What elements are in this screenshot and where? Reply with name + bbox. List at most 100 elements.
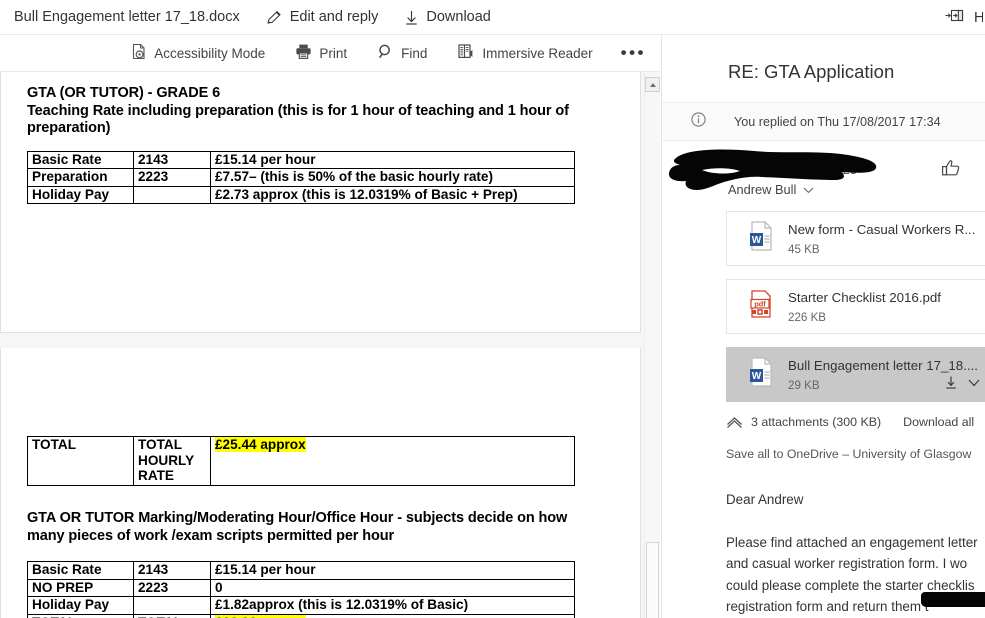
save-all-to-onedrive-link[interactable]: Save all to OneDrive – University of Gla… <box>726 447 985 461</box>
total-label: TOTAL <box>27 436 134 486</box>
print-label: Print <box>319 45 348 61</box>
rate-code: 2143 <box>133 150 211 169</box>
message-subject: RE: GTA Application <box>728 61 895 82</box>
attachment-download-icon[interactable] <box>944 375 958 395</box>
total-rate-line-1: TOTAL <box>138 437 183 452</box>
table-row: NO PREP 2223 0 <box>27 578 575 597</box>
document-toolbar: Accessibility Mode Print Find Immersive … <box>0 35 660 72</box>
attachment-size: 45 KB <box>788 243 820 256</box>
message-sender[interactable]: Andrew Bull <box>728 182 814 197</box>
scroll-up-arrow-button[interactable] <box>645 77 660 92</box>
attachment-item-bull-engagement-letter[interactable]: W Bull Engagement letter 17_18.... 29 KB <box>726 347 985 402</box>
body-line-2: and casual worker registration form. I w… <box>726 556 968 572</box>
word-file-icon: W <box>746 356 776 393</box>
marking-rate-table: Basic Rate 2143 £15.14 per hour NO PREP … <box>27 561 575 618</box>
document-page-1: GTA (OR TUTOR) - GRADE 6 Teaching Rate i… <box>0 72 641 333</box>
total-rate-line-1: TOTAL <box>138 615 182 618</box>
pdf-file-icon: pdf <box>746 288 776 325</box>
document-page-2: TOTAL TOTAL HOURLY RATE £25.44 approx GT… <box>0 348 641 618</box>
body-greeting: Dear Andrew <box>726 492 804 508</box>
printer-icon <box>295 43 312 63</box>
attachment-text-group: Starter Checklist 2016.pdf 226 KB <box>788 289 941 324</box>
document-preview-pane: Accessibility Mode Print Find Immersive … <box>0 35 660 618</box>
immersive-reader-label: Immersive Reader <box>482 45 593 61</box>
scrollbar-thumb[interactable] <box>646 542 659 618</box>
attachment-name: Starter Checklist 2016.pdf <box>788 290 941 305</box>
body-line-3: could please complete the starter checkl… <box>726 577 975 593</box>
download-all-link[interactable]: Download all <box>903 415 974 429</box>
edit-and-reply-button[interactable]: Edit and reply <box>266 9 379 26</box>
total-label: TOTAL <box>27 613 134 618</box>
document-pages-scroll-area[interactable]: GTA (OR TUTOR) - GRADE 6 Teaching Rate i… <box>0 72 645 618</box>
teaching-rate-table: Basic Rate 2143 £15.14 per hour Preparat… <box>27 150 575 205</box>
download-button[interactable]: Download <box>404 9 491 26</box>
rate-label: Preparation <box>27 168 134 187</box>
attachment-actions <box>944 375 981 395</box>
sender-name: Andrew Bull <box>728 182 797 197</box>
page2-heading-line-2: many pieces of work /exam scripts permit… <box>27 527 395 544</box>
rate-label: Holiday Pay <box>27 185 134 204</box>
attachment-item-new-form[interactable]: W New form - Casual Workers R... 45 KB <box>726 211 985 266</box>
message-body: Dear Andrew Please find attached an enga… <box>726 489 985 618</box>
svg-text:W: W <box>752 235 762 246</box>
rate-code: 2223 <box>133 578 211 597</box>
like-icon[interactable] <box>940 157 962 184</box>
immersive-reader-button[interactable]: Immersive Reader <box>457 43 593 63</box>
page1-heading-line-1: GTA (OR TUTOR) - GRADE 6 <box>27 85 221 101</box>
page2-heading-line-1: GTA OR TUTOR Marking/Moderating Hour/Off… <box>27 510 568 526</box>
find-button[interactable]: Find <box>377 43 427 63</box>
message-header: Tue 08/08/2017 09:23 Andrew Bull <box>662 141 985 209</box>
search-icon <box>377 43 394 63</box>
immersive-reader-icon <box>457 43 475 63</box>
attachment-item-starter-checklist[interactable]: pdf Starter Checklist 2016.pdf 226 KB <box>726 279 985 334</box>
total-rate-label: TOTAL HOURLY RATE <box>133 613 211 618</box>
attachment-name: Bull Engagement letter 17_18.... <box>788 358 978 373</box>
teaching-total-table: TOTAL TOTAL HOURLY RATE £25.44 approx <box>27 436 575 486</box>
word-file-icon: W <box>746 220 776 257</box>
page1-heading-line-3: preparation) <box>27 120 111 136</box>
total-rate-line-2: HOURLY <box>138 452 195 468</box>
body-line-1: Please find attached an engagement lette… <box>726 534 978 550</box>
svg-text:pdf: pdf <box>754 300 766 309</box>
chevron-down-icon[interactable] <box>803 182 814 197</box>
body-line-4: registration form and return them t <box>726 599 929 615</box>
total-rate-line-3: RATE <box>138 468 174 483</box>
total-value-cell: £25.44 approx <box>210 436 575 486</box>
clipped-header-text: H <box>974 9 983 26</box>
rate-detail: £15.14 per hour <box>210 561 575 580</box>
table-row: Basic Rate 2143 £15.14 per hour <box>27 150 575 169</box>
rate-detail: 0 <box>210 578 575 597</box>
document-scrollbar[interactable] <box>644 72 660 618</box>
attachment-size: 226 KB <box>788 311 827 324</box>
table-row: Basic Rate 2143 £15.14 per hour <box>27 561 575 580</box>
total-value-cell: £16.96 approx <box>210 613 575 618</box>
highlighted-total-value: £25.44 approx <box>215 437 306 452</box>
attachment-chevron-down-icon[interactable] <box>967 375 981 395</box>
attachment-text-group: New form - Casual Workers R... 45 KB <box>788 221 975 256</box>
pencil-icon <box>266 9 283 26</box>
svg-text:W: W <box>752 371 762 382</box>
attachments-count-label: 3 attachments (300 KB) <box>751 415 882 430</box>
print-button[interactable]: Print <box>295 43 347 63</box>
table-row: Preparation 2223 £7.57– (this is 50% of … <box>27 168 575 187</box>
accessibility-mode-button[interactable]: Accessibility Mode <box>131 43 265 63</box>
rate-detail: £2.73 approx (this is 12.0319% of Basic … <box>210 185 575 204</box>
find-label: Find <box>401 45 428 61</box>
rate-detail: £7.57– (this is 50% of the basic hourly … <box>210 168 575 187</box>
download-icon <box>404 9 419 26</box>
reading-pane-layout-icon[interactable] <box>945 8 964 28</box>
table-row: Holiday Pay £1.82approx (this is 12.0319… <box>27 596 575 615</box>
edit-and-reply-label: Edit and reply <box>289 9 379 25</box>
reply-status-bar: You replied on Thu 17/08/2017 17:34 <box>662 102 985 141</box>
reply-status-text: You replied on Thu 17/08/2017 17:34 <box>734 114 941 129</box>
collapse-chevron-up-icon[interactable] <box>726 415 743 429</box>
page1-heading-line-2: Teaching Rate including preparation (thi… <box>27 102 569 119</box>
accessibility-icon <box>131 43 147 63</box>
accessibility-mode-label: Accessibility Mode <box>154 45 266 61</box>
attachment-name: New form - Casual Workers R... <box>788 222 976 237</box>
rate-code <box>133 185 211 204</box>
more-commands-button[interactable]: ••• <box>621 44 646 61</box>
top-command-bar: Bull Engagement letter 17_18.docx Edit a… <box>0 0 985 35</box>
rate-detail: £15.14 per hour <box>210 150 575 169</box>
table-row: TOTAL TOTAL HOURLY RATE £16.96 approx <box>27 613 575 618</box>
